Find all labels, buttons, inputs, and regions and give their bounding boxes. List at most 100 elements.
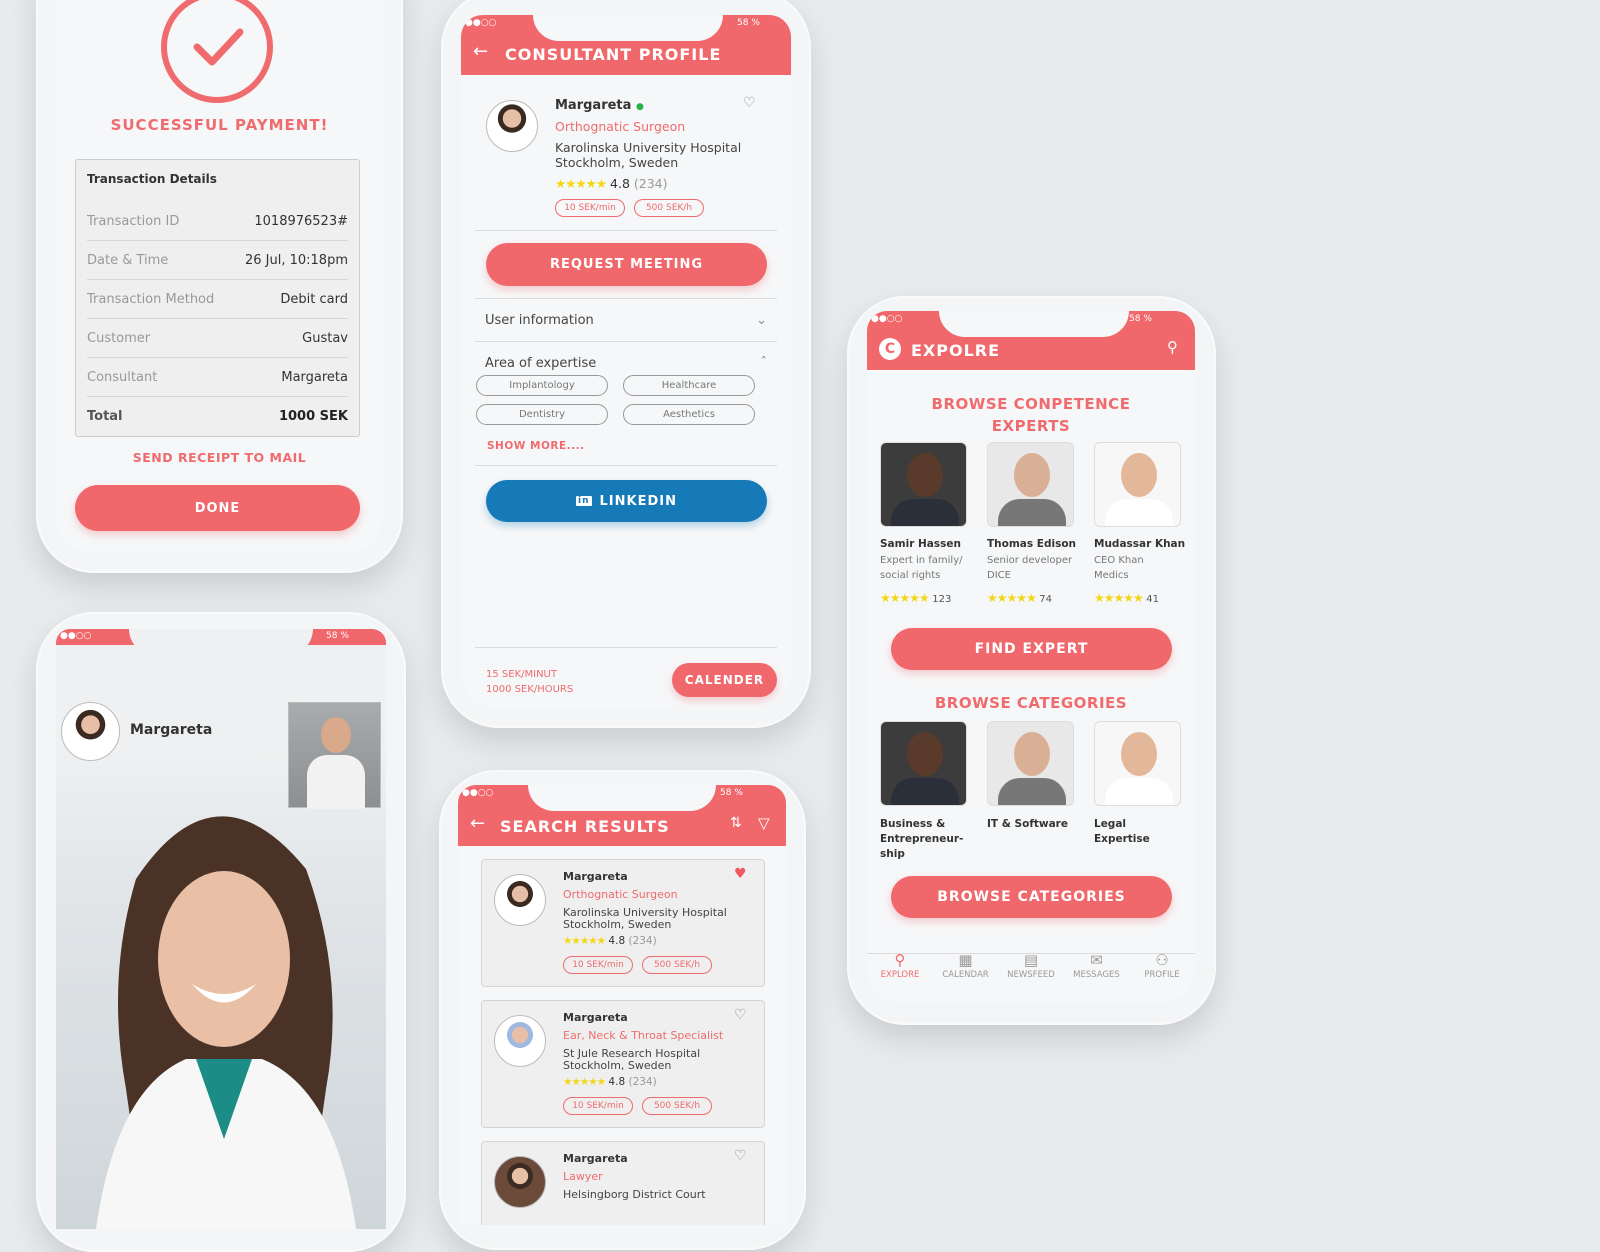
result-name: Margareta — [563, 870, 628, 883]
explore-screen: ●●○○ 58 % C EXPOLRE ⚲ BROWSE CONPETENCE … — [867, 311, 1195, 1003]
expert-photo[interactable] — [987, 442, 1074, 527]
expert-rating: ★★★★★ 74 — [987, 591, 1052, 605]
search-icon: ⚲ — [894, 951, 906, 969]
rating-count: 123 — [932, 594, 952, 605]
expert-photo[interactable] — [1094, 442, 1181, 527]
rate-per-minute: 15 SEK/MINUT — [486, 669, 557, 680]
expert-name[interactable]: Samir Hassen — [880, 538, 961, 550]
heart-icon[interactable]: ♡ — [734, 1007, 747, 1023]
calender-button[interactable]: CALENDER — [672, 663, 777, 697]
rating-value: 4.8 — [608, 1076, 626, 1088]
nav-item-profile[interactable]: ⚇ PROFILE — [1130, 950, 1194, 980]
chevron-down-icon: ⌄ — [756, 313, 767, 328]
nav-label: NEWSFEED — [1007, 970, 1055, 980]
search-icon[interactable]: ⚲ — [1167, 338, 1178, 356]
rating-value: 4.8 — [608, 935, 626, 947]
expert-photo[interactable] — [880, 442, 967, 527]
expert-description: Medics — [1094, 570, 1129, 581]
section-title-experts: BROWSE CONPETENCE EXPERTS — [931, 395, 1131, 435]
caller-video-feed — [96, 816, 356, 1229]
page-title: EXPOLRE — [911, 341, 1001, 360]
expert-description: Expert in family/ — [880, 555, 963, 566]
success-check-icon — [161, 0, 273, 103]
person-icon: ⚇ — [1155, 951, 1169, 969]
price-per-minute: 10 SEK/min — [555, 199, 625, 217]
row-value: Gustav — [302, 330, 348, 346]
transaction-details-box: Transaction Details Transaction ID 101897… — [75, 159, 360, 437]
result-name: Margareta — [563, 1152, 628, 1165]
nav-label: EXPLORE — [880, 970, 920, 980]
nav-item-messages[interactable]: ✉ MESSAGES — [1065, 950, 1129, 980]
page-title: CONSULTANT PROFILE — [505, 45, 722, 64]
online-status-dot: ● — [635, 102, 644, 112]
expertise-chip[interactable]: Aesthetics — [623, 404, 755, 425]
expertise-chip[interactable]: Implantology — [476, 375, 608, 396]
total-value: 1000 SEK — [278, 409, 348, 424]
expert-name[interactable]: Mudassar Khan — [1094, 538, 1185, 550]
category-label[interactable]: Business & Entrepreneur-ship — [880, 817, 970, 862]
stars-icon: ★★★★★ — [555, 176, 607, 191]
nav-item-calendar[interactable]: ▦ CALENDAR — [934, 950, 998, 980]
avatar — [486, 100, 538, 152]
review-count: (234) — [633, 176, 668, 191]
row-value: 26 Jul, 10:18pm — [244, 252, 348, 268]
search-result-card[interactable]: Margareta Ear, Neck & Throat Specialist St… — [481, 1000, 765, 1128]
stars-icon: ★★★★★ — [563, 1076, 606, 1088]
done-button[interactable]: DONE — [75, 485, 360, 531]
expertise-chip[interactable]: Healthcare — [623, 375, 755, 396]
user-information-toggle[interactable]: User information ⌄ — [485, 313, 767, 328]
search-screen: ●●○○ 58 % ← SEARCH RESULTS ⇅ ▽ Margareta… — [458, 785, 786, 1225]
category-photo[interactable] — [1094, 721, 1181, 806]
nav-label: CALENDAR — [942, 970, 989, 980]
stars-icon: ★★★★★ — [987, 591, 1037, 605]
expertise-chip[interactable]: Dentistry — [476, 404, 608, 425]
rating: ★★★★★ 4.8 (234) — [555, 176, 668, 191]
battery-indicator: 58 % — [737, 18, 760, 28]
send-receipt-link[interactable]: SEND RECEIPT TO MAIL — [56, 450, 383, 465]
caller-name: Margareta — [130, 722, 213, 738]
heart-icon[interactable]: ♡ — [734, 1148, 747, 1164]
nav-item-newsfeed[interactable]: ▤ NEWSFEED — [999, 950, 1063, 980]
linkedin-button[interactable]: in LINKEDIN — [486, 480, 767, 522]
battery-indicator: 58 % — [1129, 314, 1152, 324]
sort-icon[interactable]: ⇅ — [730, 815, 742, 831]
section-title-categories: BROWSE CATEGORIES — [934, 694, 1128, 712]
row-label: Transaction Method — [87, 291, 215, 307]
transaction-total-row: Total 1000 SEK — [87, 397, 348, 436]
expert-description: social rights — [880, 570, 941, 581]
category-label[interactable]: IT & Software — [987, 817, 1077, 832]
app-logo-icon: C — [879, 338, 901, 360]
find-expert-button[interactable]: FIND EXPERT — [891, 628, 1172, 670]
area-of-expertise-toggle[interactable]: Area of expertise ˆ — [485, 356, 767, 371]
expertise-label: Area of expertise — [485, 356, 597, 371]
expert-rating: ★★★★★ 123 — [880, 591, 951, 605]
browse-categories-button[interactable]: BROWSE CATEGORIES — [891, 876, 1172, 918]
search-result-card[interactable]: Margareta Orthognatic Surgeon Karolinska U… — [481, 859, 765, 987]
hospital: Karolinska University Hospital — [555, 140, 742, 155]
category-photo[interactable] — [987, 721, 1074, 806]
row-value: Debit card — [280, 291, 348, 307]
row-label: Date & Time — [87, 252, 169, 268]
category-photo[interactable] — [880, 721, 967, 806]
search-result-card[interactable]: Margareta Lawyer Helsingborg District Cour… — [481, 1141, 765, 1225]
category-label[interactable]: Legal Expertise — [1094, 817, 1184, 847]
review-count: (234) — [628, 935, 657, 947]
city: Stockholm, Sweden — [555, 155, 679, 170]
result-specialty: Ear, Neck & Throat Specialist — [563, 1029, 724, 1042]
price-per-hour: 500 SEK/h — [634, 199, 704, 217]
heart-icon[interactable]: ♡ — [743, 95, 756, 111]
user-info-label: User information — [485, 313, 594, 328]
name-text: Margareta — [555, 98, 632, 113]
self-video-preview[interactable] — [288, 702, 381, 809]
heart-filled-icon[interactable]: ♥ — [734, 866, 747, 882]
stars-icon: ★★★★★ — [1094, 591, 1144, 605]
back-arrow-icon[interactable]: ← — [470, 813, 485, 834]
row-value: Margareta — [281, 369, 348, 385]
back-arrow-icon[interactable]: ← — [473, 41, 488, 62]
request-meeting-button[interactable]: REQUEST MEETING — [486, 243, 767, 286]
nav-item-explore[interactable]: ⚲ EXPLORE — [868, 950, 932, 980]
transaction-row: Customer Gustav — [87, 319, 348, 358]
expert-name[interactable]: Thomas Edison — [987, 538, 1076, 550]
show-more-link[interactable]: SHOW MORE.... — [487, 440, 585, 452]
filter-icon[interactable]: ▽ — [758, 814, 770, 832]
